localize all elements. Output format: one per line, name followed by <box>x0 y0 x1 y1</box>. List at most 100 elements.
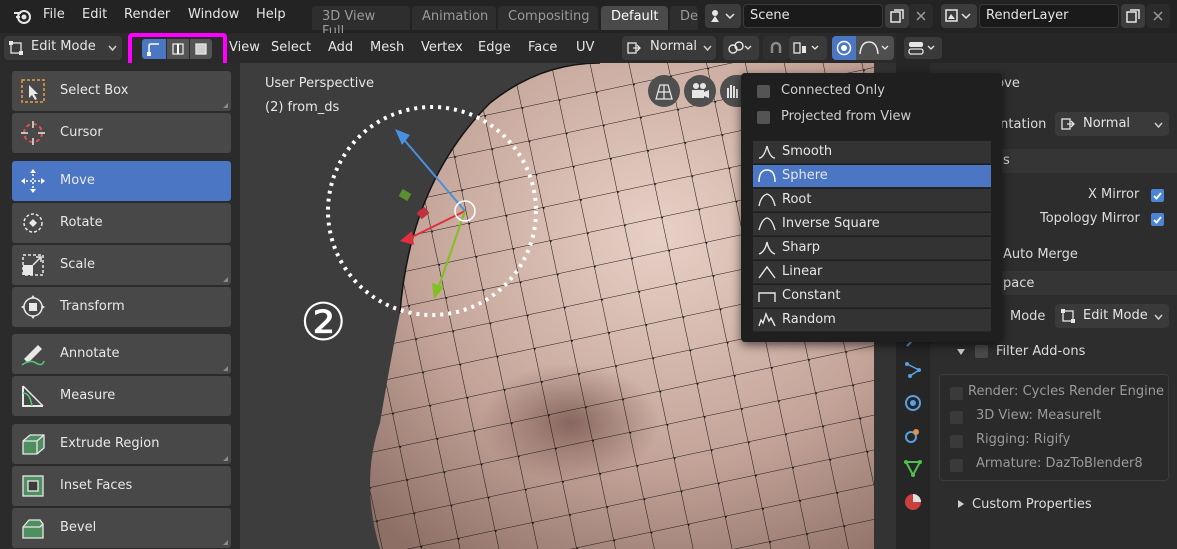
chevron-down-icon <box>703 45 712 51</box>
falloff-label: Constant <box>782 288 841 303</box>
scale-tool[interactable]: Scale <box>12 245 231 285</box>
workspace-mode-dropdown[interactable]: Edit Mode <box>1055 304 1169 328</box>
menu-select[interactable]: Select <box>271 40 311 55</box>
options-section-label: s <box>1003 153 1010 168</box>
transform-orientation-dropdown[interactable]: Normal <box>622 36 716 60</box>
editor-type-dropdown[interactable] <box>904 37 942 59</box>
pivot-point-dropdown[interactable] <box>723 36 759 60</box>
proportional-editing-toggle[interactable] <box>832 36 856 60</box>
custom-properties-label[interactable]: Custom Properties <box>972 497 1092 512</box>
mode-dropdown[interactable]: Edit Mode <box>4 36 122 60</box>
connected-only-checkbox[interactable] <box>757 85 770 98</box>
orientation-dropdown[interactable]: Normal <box>1055 112 1169 136</box>
auto-merge-label[interactable]: Auto Merge <box>1003 247 1078 262</box>
render-layer-field[interactable]: RenderLayer <box>979 4 1119 28</box>
falloff-sphere[interactable]: Sphere <box>753 165 991 188</box>
measure-tool[interactable]: Measure <box>12 376 231 416</box>
tool-label: Move <box>60 173 95 188</box>
topology-mirror-checkbox[interactable] <box>1151 213 1164 226</box>
addon-label: Armature: DazToBlender8 <box>976 456 1143 471</box>
tab-compositing[interactable]: Compositing <box>498 6 598 30</box>
falloff-label: Linear <box>782 264 823 279</box>
falloff-random[interactable]: Random <box>753 309 991 332</box>
expand-triangle-icon[interactable] <box>956 499 966 509</box>
remove-render-layer-button[interactable] <box>1146 4 1170 28</box>
bevel-tool[interactable]: Bevel <box>12 508 231 548</box>
addon-label: Render: Cycles Render Engine <box>968 384 1164 399</box>
menu-edge[interactable]: Edge <box>478 40 511 55</box>
physics-icon[interactable] <box>904 394 922 412</box>
menu-view[interactable]: View <box>229 40 260 55</box>
checkmark-icon <box>1153 192 1162 200</box>
tool-label: Annotate <box>60 346 120 361</box>
addon-checkbox[interactable] <box>950 387 963 400</box>
scene-icon <box>711 10 735 22</box>
scene-selector-button[interactable] <box>705 4 741 28</box>
menu-vertex[interactable]: Vertex <box>421 40 463 55</box>
object-name-label: (2) from_ds <box>265 100 340 115</box>
snap-increment-icon <box>793 42 819 54</box>
proportional-falloff-popup: Connected Only Projected from View Smoot… <box>741 73 1002 342</box>
menu-help[interactable]: Help <box>256 7 286 22</box>
addon-label: Rigging: Rigify <box>976 432 1071 447</box>
rotate-tool[interactable]: Rotate <box>12 203 231 243</box>
vertex-groups-icon[interactable] <box>904 361 922 379</box>
camera-icon <box>692 83 709 98</box>
menu-render[interactable]: Render <box>124 7 170 22</box>
inset-faces-tool[interactable]: Inset Faces <box>12 466 231 506</box>
render-layer-selector-button[interactable] <box>941 4 977 28</box>
menu-add[interactable]: Add <box>328 40 353 55</box>
tab-animation[interactable]: Animation <box>412 6 496 30</box>
material-icon[interactable] <box>904 493 922 511</box>
menu-uv[interactable]: UV <box>576 40 594 55</box>
addon-checkbox[interactable] <box>950 435 963 448</box>
linear-falloff-icon <box>758 265 776 279</box>
falloff-sharp[interactable]: Sharp <box>753 237 991 260</box>
toggle-grid-view-button[interactable] <box>648 75 680 107</box>
falloff-root[interactable]: Root <box>753 189 991 212</box>
menu-mesh[interactable]: Mesh <box>370 40 404 55</box>
select-box-tool[interactable]: Select Box <box>12 71 231 111</box>
camera-view-button[interactable] <box>684 75 716 107</box>
tool-label: Transform <box>60 299 125 314</box>
menu-window[interactable]: Window <box>188 7 239 22</box>
chevron-down-icon <box>1154 122 1163 128</box>
projected-from-view-checkbox[interactable] <box>757 111 770 124</box>
mode-label: Mode <box>1010 309 1046 324</box>
filter-addons-checkbox[interactable] <box>975 345 988 358</box>
new-scene-button[interactable] <box>885 4 909 28</box>
constraints-icon[interactable] <box>904 426 922 444</box>
select-box-icon <box>21 79 45 103</box>
transform-icon <box>21 295 45 319</box>
object-data-icon[interactable] <box>904 459 922 477</box>
transform-tool[interactable]: Transform <box>12 287 231 327</box>
tab-3d-view-full[interactable]: 3D View Full <box>312 6 410 39</box>
move-tool[interactable]: Move <box>12 161 231 201</box>
mode-label: Edit Mode <box>31 39 96 54</box>
remove-scene-button[interactable] <box>909 4 933 28</box>
properties-editor-icon <box>908 42 935 55</box>
tab-default[interactable]: Default <box>601 6 668 30</box>
sphere-falloff-icon <box>859 41 889 55</box>
blender-logo-icon[interactable] <box>12 7 32 25</box>
new-render-layer-button[interactable] <box>1121 4 1145 28</box>
falloff-smooth[interactable]: Smooth <box>753 141 991 164</box>
falloff-inverse-square[interactable]: Inverse Square <box>753 213 991 236</box>
falloff-constant[interactable]: Constant <box>753 285 991 308</box>
menu-file[interactable]: File <box>43 7 65 22</box>
expand-triangle-icon[interactable] <box>956 347 966 357</box>
x-mirror-checkbox[interactable] <box>1151 189 1164 202</box>
cursor-tool[interactable]: Cursor <box>12 113 231 153</box>
menu-face[interactable]: Face <box>528 40 557 55</box>
addon-checkbox[interactable] <box>950 411 963 424</box>
annotate-tool[interactable]: Annotate <box>12 334 231 374</box>
falloff-dropdown[interactable] <box>856 36 894 60</box>
scene-name-field[interactable]: Scene <box>743 4 883 28</box>
menu-edit[interactable]: Edit <box>82 7 107 22</box>
snap-toggle-button[interactable] <box>763 36 789 60</box>
falloff-linear[interactable]: Linear <box>753 261 991 284</box>
addon-checkbox[interactable] <box>950 459 963 472</box>
tab-truncated[interactable]: De <box>670 6 698 30</box>
snap-target-dropdown[interactable] <box>789 36 827 60</box>
extrude-region-tool[interactable]: Extrude Region <box>12 424 231 464</box>
